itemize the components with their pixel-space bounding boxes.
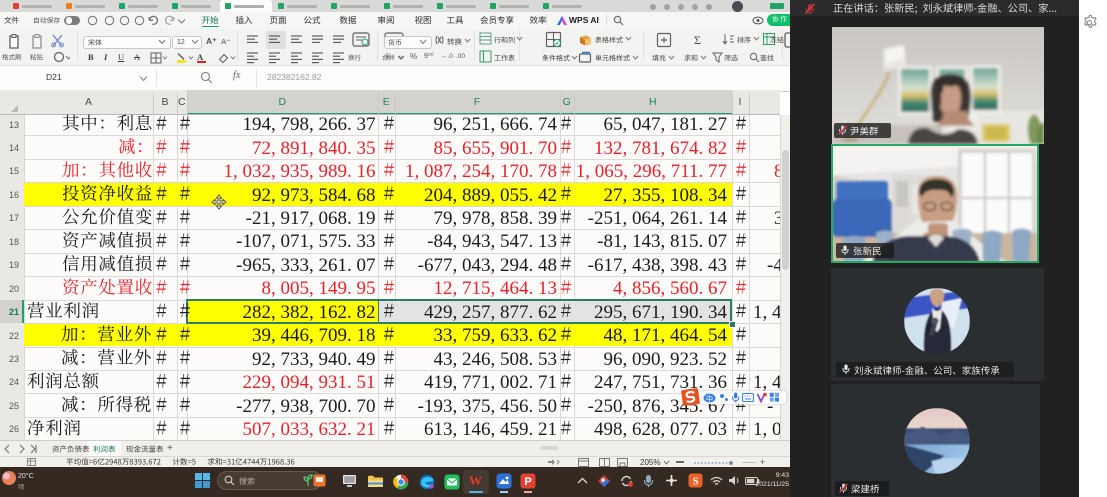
svg-text:S: S <box>692 476 698 488</box>
svg-text:P: P <box>524 476 531 488</box>
svg-text:中: 中 <box>706 394 713 403</box>
